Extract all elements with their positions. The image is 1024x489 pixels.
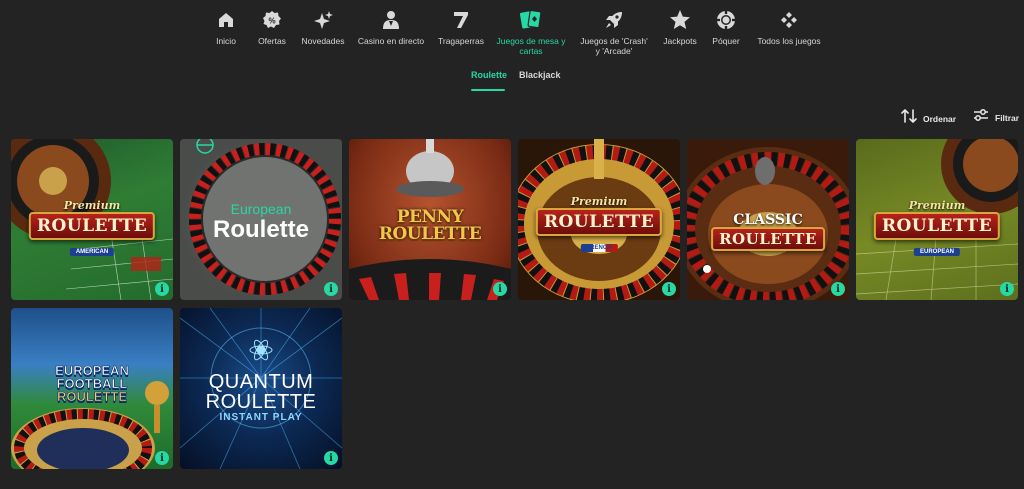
info-icon[interactable]: i — [493, 282, 507, 296]
game-title-main: ROULETTE — [535, 208, 663, 236]
filter-label: Filtrar — [995, 112, 1020, 123]
info-icon[interactable]: i — [155, 451, 169, 465]
tab-blackjack[interactable]: Blackjack — [519, 70, 561, 90]
info-icon[interactable]: i — [155, 282, 169, 296]
game-title: European Roulette — [213, 201, 309, 243]
game-title: QUANTUM ROULETTE INSTANT PLAY — [206, 372, 317, 424]
game-title-line3: ROULETTE — [56, 389, 128, 404]
nav-item-crash-arcade[interactable]: Juegos de 'Crash' y 'Arcade' — [576, 8, 652, 56]
nav-item-poquer[interactable]: Póquer — [711, 8, 741, 46]
game-subtabs: Roulette Blackjack — [0, 70, 1024, 92]
game-tile-european-football-roulette[interactable]: EUROPEAN FOOTBALL ROULETTE i — [11, 308, 173, 469]
info-icon[interactable]: i — [1000, 282, 1014, 296]
nav-label: Ofertas — [258, 36, 286, 46]
nav-item-todos-los-juegos[interactable]: Todos los juegos — [754, 8, 824, 46]
game-title-main: ROULETTE — [873, 212, 1001, 240]
game-title-script: Premium — [570, 195, 628, 208]
sort-label: Ordenar — [923, 113, 957, 124]
nav-label: Juegos de mesa y cartas — [496, 36, 566, 56]
game-title-sub: EUROPEAN — [913, 248, 961, 256]
game-title-line2: ROULETTE — [711, 227, 825, 251]
home-icon — [214, 8, 238, 32]
info-icon[interactable]: i — [324, 282, 338, 296]
game-title-main: ROULETTE — [28, 212, 156, 240]
sort-button[interactable]: Ordenar — [901, 108, 956, 129]
game-title-sub: AMERICAN — [69, 248, 115, 256]
poker-chip-icon — [714, 8, 738, 32]
nav-item-novedades[interactable]: Novedades — [300, 8, 346, 46]
tab-roulette[interactable]: Roulette — [471, 70, 507, 91]
nav-label: Jackpots — [663, 36, 697, 46]
game-title-line2: Roulette — [213, 216, 309, 243]
game-title: Premium ROULETTE EUROPEAN — [873, 199, 1001, 258]
svg-text:%: % — [268, 17, 275, 26]
game-title-line1: European — [230, 201, 292, 217]
diamonds-grid-icon — [777, 8, 801, 32]
game-title-line1: CLASSIC — [733, 212, 803, 228]
game-title-sub: FRENCH — [580, 244, 618, 252]
percent-badge-icon: % — [260, 8, 284, 32]
info-icon[interactable]: i — [662, 282, 676, 296]
nav-label: Inicio — [216, 36, 236, 46]
game-title: Premium ROULETTE AMERICAN — [28, 199, 156, 258]
filter-sliders-icon — [973, 108, 989, 127]
nav-item-casino-en-directo[interactable]: Casino en directo — [356, 8, 426, 46]
game-title-line2: ROULETTE — [205, 391, 317, 413]
sort-arrows-icon — [901, 108, 917, 129]
game-tile-premium-roulette-european[interactable]: Premium ROULETTE EUROPEAN i — [856, 139, 1018, 300]
game-title: EUROPEAN FOOTBALL ROULETTE — [55, 364, 129, 404]
nav-item-ofertas[interactable]: % Ofertas — [253, 8, 291, 46]
game-title: CLASSIC ROULETTE — [711, 213, 825, 251]
rocket-icon — [602, 8, 626, 32]
game-title-line1: QUANTUM — [208, 371, 314, 393]
nav-item-jackpots[interactable]: Jackpots — [660, 8, 700, 46]
game-title-main: PENNY ROULETTE — [378, 207, 482, 244]
game-tile-penny-roulette[interactable]: PENNY ROULETTE i — [349, 139, 511, 300]
nav-label: Novedades — [301, 36, 345, 46]
game-title-sub: INSTANT PLAY — [219, 412, 303, 423]
nav-label: Juegos de 'Crash' y 'Arcade' — [580, 36, 648, 56]
info-icon[interactable]: i — [324, 451, 338, 465]
playing-cards-icon — [519, 8, 543, 32]
live-dealer-icon — [379, 8, 403, 32]
game-tile-premium-roulette-american[interactable]: Premium ROULETTE AMERICAN i — [11, 139, 173, 300]
slot-seven-icon — [449, 8, 473, 32]
category-nav: Inicio % Ofertas Novedades Casino en dir… — [0, 8, 1024, 66]
nav-item-inicio[interactable]: Inicio — [214, 8, 238, 46]
game-tile-quantum-roulette[interactable]: QUANTUM ROULETTE INSTANT PLAY i — [180, 308, 342, 469]
star-icon — [668, 8, 692, 32]
filter-button[interactable]: Filtrar — [973, 108, 1019, 127]
nav-label: Todos los juegos — [757, 36, 821, 46]
game-title: PENNY ROULETTE — [355, 209, 505, 243]
game-title-script: Premium — [908, 199, 966, 212]
nav-label: Tragaperras — [438, 36, 484, 46]
nav-label: Póquer — [712, 36, 740, 46]
game-tile-premium-roulette-french[interactable]: Premium ROULETTE FRENCH i — [518, 139, 680, 300]
game-tile-classic-roulette[interactable]: CLASSIC ROULETTE i — [687, 139, 849, 300]
nav-item-tragaperras[interactable]: Tragaperras — [436, 8, 486, 46]
game-title: Premium ROULETTE FRENCH — [535, 195, 663, 254]
sparkle-icon — [311, 8, 335, 32]
nav-label: Casino en directo — [357, 36, 425, 46]
nav-item-juegos-de-mesa[interactable]: Juegos de mesa y cartas — [495, 8, 567, 56]
game-title-script: Premium — [63, 199, 121, 212]
game-tile-european-roulette[interactable]: European Roulette i — [180, 139, 342, 300]
info-icon[interactable]: i — [831, 282, 845, 296]
